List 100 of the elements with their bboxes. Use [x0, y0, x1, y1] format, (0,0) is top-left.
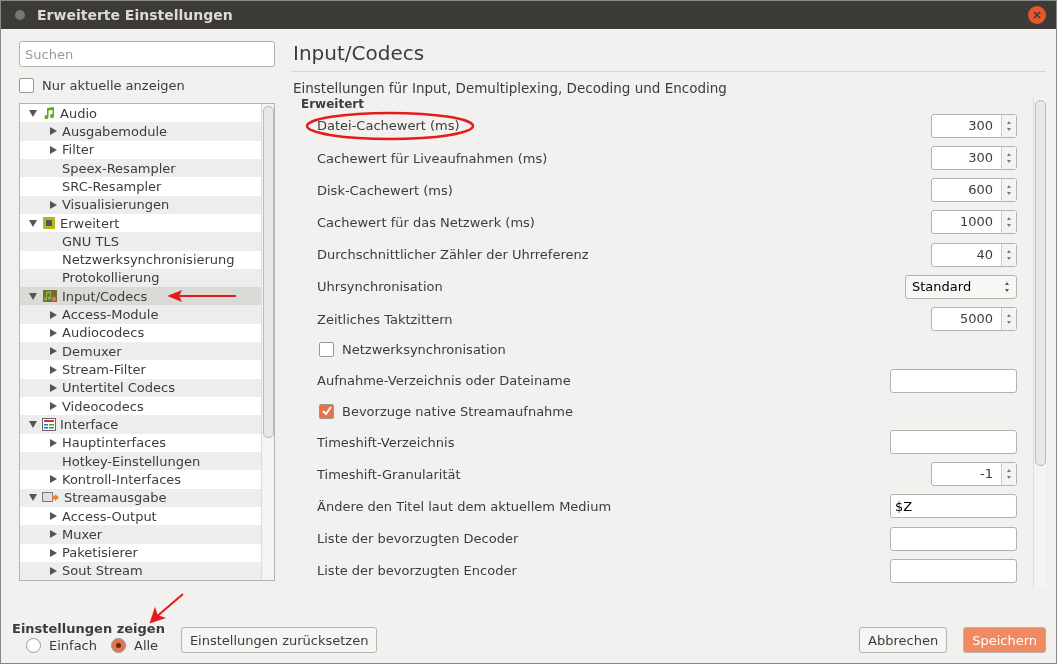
- film-icon: [42, 289, 58, 304]
- collapsed-triangle-icon[interactable]: [49, 438, 57, 447]
- text-field[interactable]: $Z: [890, 494, 1017, 519]
- spin-box[interactable]: -1: [931, 462, 1017, 487]
- checkbox[interactable]: [19, 77, 34, 93]
- window-menu-icon[interactable]: [15, 10, 25, 20]
- setting-label: Disk-Cachewert (ms): [317, 182, 453, 198]
- tree-item-label: Erweitert: [60, 215, 120, 231]
- tree-item-label: Speex-Resampler: [62, 160, 176, 176]
- setting-label: Liste der bevorzugten Encoder: [317, 563, 517, 579]
- tree-item-label: Muxer: [62, 526, 103, 542]
- radio-button[interactable]: [26, 638, 41, 653]
- tree-item-label: GNU TLS: [62, 233, 119, 249]
- text-field[interactable]: [890, 368, 1017, 393]
- dropdown[interactable]: Standard: [905, 274, 1017, 299]
- radio-label: Einfach: [49, 638, 97, 653]
- window-title: Erweiterte Einstellungen: [37, 7, 234, 23]
- screen-arrow-icon: [42, 491, 60, 505]
- tree-item-label: Sout Stream: [62, 563, 143, 579]
- reset-button[interactable]: Einstellungen zurücksetzen: [180, 627, 378, 653]
- scrollbar[interactable]: [261, 104, 274, 580]
- tree-item-label: Netzwerksynchronisierung: [62, 252, 235, 268]
- scrollbar[interactable]: [1033, 98, 1046, 587]
- tree-item-label: Hotkey-Einstellungen: [62, 453, 201, 469]
- annotation-arrow: [151, 594, 183, 622]
- setting-label: Ändere den Titel laut dem aktuellem Medium: [317, 498, 612, 514]
- setting-label: Bevorzuge native Streamaufnahme: [342, 403, 575, 419]
- checkmark-icon: [321, 406, 332, 417]
- group-label: Einstellungen zeigen: [12, 621, 165, 636]
- tree-item[interactable]: Interface: [20, 415, 261, 434]
- section-heading: Erweitert: [301, 98, 365, 110]
- collapsed-triangle-icon[interactable]: [49, 200, 57, 209]
- tree-item-label: Protokollierung: [62, 270, 160, 286]
- panel-title: Input/Codecs: [291, 41, 1046, 72]
- tree-item-label: Demuxer: [62, 343, 122, 359]
- spin-box[interactable]: 40: [931, 242, 1017, 267]
- setting-label: Netzwerksynchronisation: [342, 342, 507, 358]
- tree-item-label: Streamausgabe: [64, 490, 167, 506]
- tree-item-label: Access-Output: [62, 508, 157, 524]
- setting-label: Durchschnittlicher Zähler der Uhrreferenz: [317, 247, 589, 263]
- tree-item-label: Stream-Filter: [62, 362, 146, 378]
- tree-item-label: Videocodecs: [62, 398, 144, 414]
- tree-item-label: Audio: [60, 105, 97, 121]
- setting-label: Timeshift-Granularität: [317, 466, 461, 482]
- tree-item[interactable]: Input/Codecs: [20, 287, 261, 306]
- panel-subtitle: Einstellungen für Input, Demultiplexing, Decoding und Encoding: [292, 79, 728, 98]
- tree-item-label: Visualisierungen: [62, 197, 170, 213]
- tree-item[interactable]: GNU TLS: [20, 232, 261, 251]
- spin-box[interactable]: 300: [931, 113, 1017, 138]
- tree-item-label: Kontroll-Interfaces: [62, 471, 182, 487]
- radio-label: Alle: [134, 638, 159, 653]
- tree-item-label: Interface: [60, 416, 119, 432]
- setting-label: Zeitliches Taktzittern: [317, 311, 453, 327]
- collapsed-triangle-icon[interactable]: [49, 475, 57, 484]
- tree-item-label: Filter: [62, 142, 95, 158]
- music-note-icon: [42, 106, 56, 121]
- text-field[interactable]: [890, 558, 1017, 583]
- checkbox[interactable]: [319, 403, 334, 419]
- tree-item-label: Hauptinterfaces: [62, 435, 167, 451]
- close-button[interactable]: [1028, 6, 1046, 24]
- close-icon[interactable]: [1033, 11, 1041, 19]
- spin-box[interactable]: 1000: [931, 210, 1017, 235]
- expanded-triangle-icon[interactable]: [29, 292, 37, 300]
- setting-label: Liste der bevorzugten Decoder: [317, 531, 519, 547]
- tree-item[interactable]: Ausgabemodule: [20, 122, 261, 141]
- setting-label: Datei-Cachewert (ms): [317, 118, 460, 134]
- setting-label: Cachewert für das Netzwerk (ms): [317, 214, 535, 230]
- radio-button[interactable]: [111, 638, 126, 653]
- tree-item-label: Access-Module: [62, 307, 159, 323]
- search-field[interactable]: Suchen: [19, 41, 275, 67]
- setting-label: Aufnahme-Verzeichnis oder Dateiname: [317, 373, 571, 388]
- annotation-arrow: [170, 292, 236, 301]
- setting-label: Timeshift-Verzeichnis: [317, 434, 455, 450]
- checkbox-label: Nur aktuelle anzeigen: [42, 77, 185, 93]
- tree-item-label: SRC-Resampler: [62, 178, 162, 194]
- expanded-triangle-icon[interactable]: [29, 109, 37, 117]
- expanded-triangle-icon[interactable]: [29, 219, 37, 227]
- text-field[interactable]: [890, 430, 1017, 454]
- chip-icon: [42, 216, 56, 231]
- setting-label: Uhrsynchronisation: [317, 279, 443, 295]
- tree-item-label: Untertitel Codecs: [62, 380, 175, 396]
- spin-arrows-icon[interactable]: [1006, 151, 1012, 165]
- tree-item[interactable]: Muxer: [20, 525, 261, 544]
- tree-item-label: Audiocodecs: [62, 325, 145, 341]
- tree-item[interactable]: Access-Module: [20, 305, 261, 324]
- cancel-button[interactable]: Abbrechen: [859, 627, 948, 653]
- tree-item[interactable]: Demuxer: [20, 342, 261, 361]
- spin-box[interactable]: 600: [931, 178, 1017, 203]
- expanded-triangle-icon[interactable]: [29, 494, 37, 502]
- expanded-triangle-icon[interactable]: [29, 420, 37, 428]
- tree-item-label: Paketisierer: [62, 545, 138, 561]
- tree-item-label: Input/Codecs: [62, 288, 148, 304]
- checkbox[interactable]: [319, 342, 334, 358]
- text-field[interactable]: [890, 526, 1017, 551]
- collapsed-triangle-icon[interactable]: [49, 402, 57, 411]
- radio-dot-icon: [116, 643, 121, 648]
- spin-box[interactable]: 5000: [931, 307, 1017, 332]
- spin-box[interactable]: 300: [931, 146, 1017, 170]
- tree-item-label: Ausgabemodule: [62, 123, 168, 139]
- window-list-icon: [42, 417, 56, 431]
